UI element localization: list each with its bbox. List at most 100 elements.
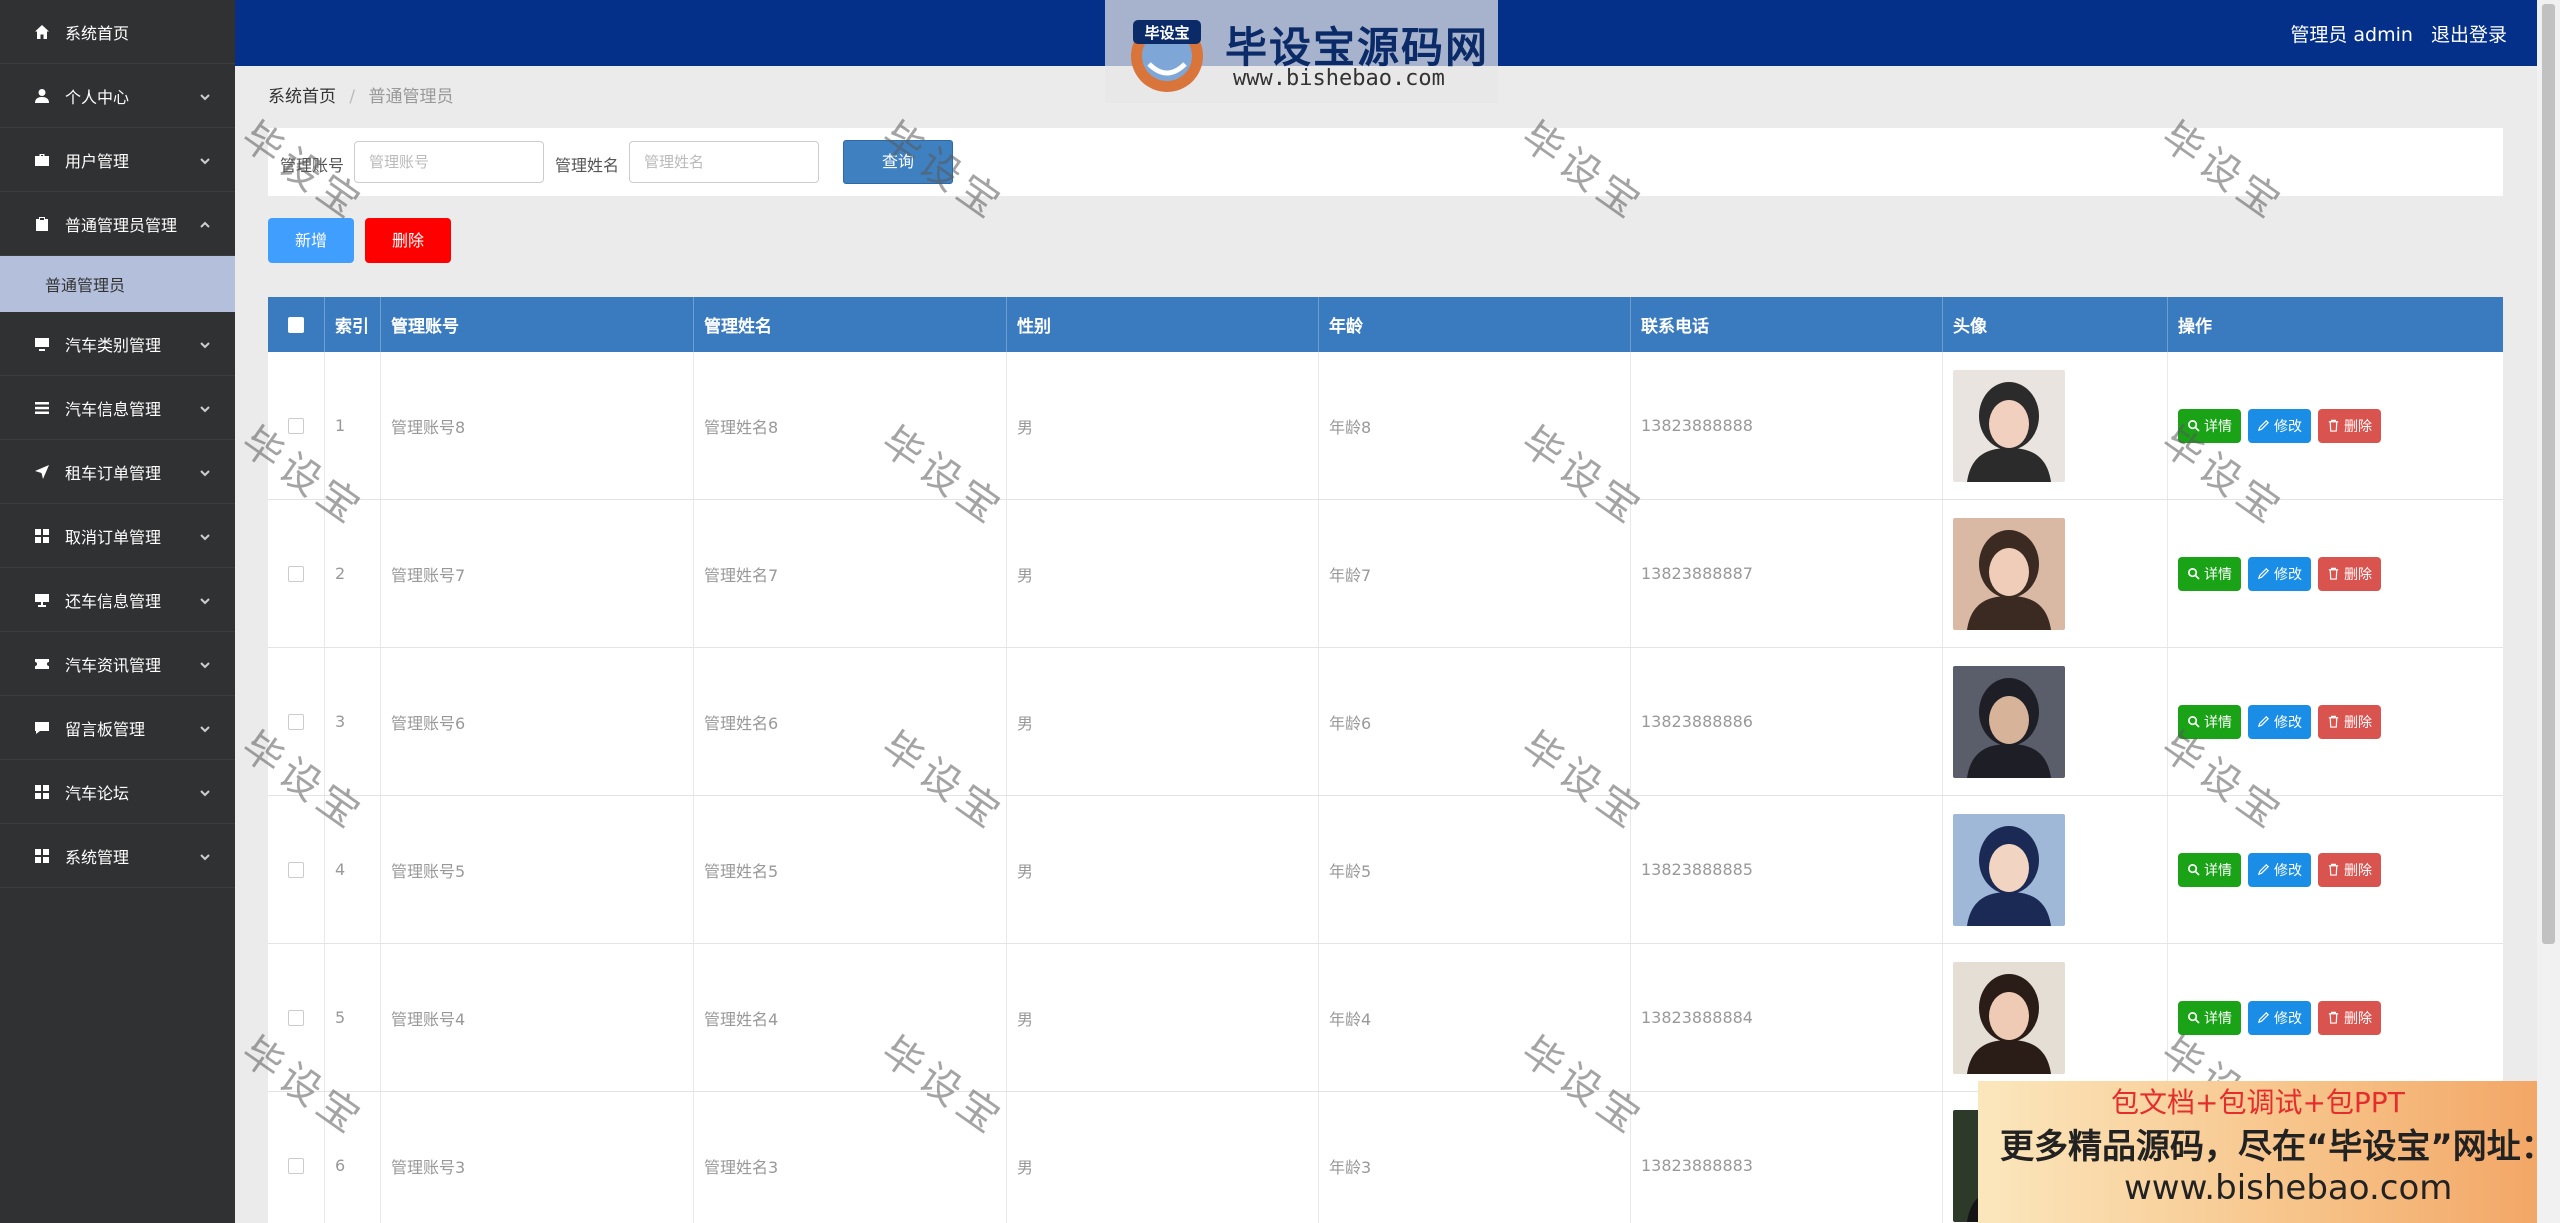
sidebar-item-user-management[interactable]: 用户管理 bbox=[0, 128, 235, 192]
sidebar-item-label: 个人中心 bbox=[65, 87, 130, 107]
detail-button[interactable]: 详情 bbox=[2178, 1000, 2241, 1035]
promo-line-1: 包文档+包调试+包PPT bbox=[2111, 1086, 2405, 1119]
logout-link[interactable]: 退出登录 bbox=[2431, 24, 2507, 46]
row-select-cell bbox=[268, 796, 325, 943]
cell-gender: 男 bbox=[1007, 648, 1319, 795]
select-all-checkbox[interactable] bbox=[288, 316, 304, 333]
cell-actions: 详情 修改 删除 bbox=[2168, 944, 2503, 1091]
sidebar-item-car-news[interactable]: 汽车资讯管理 bbox=[0, 632, 235, 696]
row-checkbox[interactable] bbox=[288, 417, 304, 434]
delete-button[interactable]: 删除 bbox=[2318, 556, 2381, 591]
detail-label: 详情 bbox=[2204, 1010, 2232, 1027]
cell-actions: 详情 修改 删除 bbox=[2168, 796, 2503, 943]
edit-button[interactable]: 修改 bbox=[2248, 408, 2311, 443]
add-button[interactable]: 新增 bbox=[268, 218, 354, 263]
trash-icon bbox=[2328, 863, 2339, 876]
chevron-down-icon bbox=[199, 656, 211, 669]
cell-account: 管理账号4 bbox=[381, 944, 694, 1091]
cell-name: 管理姓名6 bbox=[694, 648, 1007, 795]
delete-button[interactable]: 删除 bbox=[2318, 408, 2381, 443]
detail-button[interactable]: 详情 bbox=[2178, 408, 2241, 443]
monitor-stand-icon bbox=[33, 591, 51, 609]
query-button[interactable]: 查询 bbox=[843, 140, 953, 184]
edit-button[interactable]: 修改 bbox=[2248, 704, 2311, 739]
sidebar-item-return-info[interactable]: 还车信息管理 bbox=[0, 568, 235, 632]
sidebar-subitem-admin[interactable]: 普通管理员 bbox=[0, 256, 235, 312]
cell-index: 4 bbox=[325, 796, 381, 943]
chevron-down-icon bbox=[199, 336, 211, 349]
cell-name: 管理姓名8 bbox=[694, 352, 1007, 499]
table-row: 2 管理账号7 管理姓名7 男年龄7 13823888887 详情 修改 删除 bbox=[268, 500, 2503, 648]
row-select-cell bbox=[268, 500, 325, 647]
sidebar-item-cancel-orders[interactable]: 取消订单管理 bbox=[0, 504, 235, 568]
edit-label: 修改 bbox=[2274, 1010, 2302, 1027]
sidebar-item-car-info[interactable]: 汽车信息管理 bbox=[0, 376, 235, 440]
cell-avatar bbox=[1943, 796, 2168, 943]
delete-button[interactable]: 删除 bbox=[2318, 704, 2381, 739]
row-checkbox[interactable] bbox=[288, 1157, 304, 1174]
sidebar-item-label: 用户管理 bbox=[65, 151, 130, 171]
sidebar-item-car-category[interactable]: 汽车类别管理 bbox=[0, 312, 235, 376]
batch-delete-button[interactable]: 删除 bbox=[365, 218, 451, 263]
edit-button[interactable]: 修改 bbox=[2248, 1000, 2311, 1035]
account-label: 管理账号 bbox=[280, 156, 345, 175]
row-checkbox[interactable] bbox=[288, 713, 304, 730]
sidebar: 系统首页 个人中心 用户管理 普通管理员管理 普通管理员 汽车类别管理 汽车信息… bbox=[0, 0, 235, 1223]
home-icon bbox=[33, 23, 51, 41]
edit-button[interactable]: 修改 bbox=[2248, 852, 2311, 887]
sidebar-item-system-management[interactable]: 系统管理 bbox=[0, 824, 235, 888]
cell-name: 管理姓名7 bbox=[694, 500, 1007, 647]
cell-phone: 13823888887 bbox=[1631, 500, 1943, 647]
page-scrollbar[interactable] bbox=[2537, 0, 2560, 1223]
breadcrumb-home[interactable]: 系统首页 bbox=[268, 87, 336, 107]
search-icon bbox=[2188, 420, 2200, 432]
brand-watermark: 毕设宝 毕设宝源码网 www.bishebao.com bbox=[1105, 0, 1498, 103]
sidebar-item-label: 汽车资讯管理 bbox=[65, 655, 162, 675]
avatar bbox=[1953, 961, 2065, 1074]
header-avatar: 头像 bbox=[1943, 297, 2168, 352]
row-checkbox[interactable] bbox=[288, 565, 304, 582]
scrollbar-thumb[interactable] bbox=[2542, 4, 2555, 944]
detail-button[interactable]: 详情 bbox=[2178, 852, 2241, 887]
cell-account: 管理账号7 bbox=[381, 500, 694, 647]
chevron-down-icon bbox=[199, 152, 211, 165]
account-search-input[interactable] bbox=[354, 141, 544, 183]
detail-label: 详情 bbox=[2204, 714, 2232, 731]
header-phone: 联系电话 bbox=[1631, 297, 1943, 352]
row-checkbox[interactable] bbox=[288, 1009, 304, 1026]
row-checkbox[interactable] bbox=[288, 861, 304, 878]
edit-icon bbox=[2257, 864, 2269, 876]
sidebar-item-rental-orders[interactable]: 租车订单管理 bbox=[0, 440, 235, 504]
user-icon bbox=[33, 87, 51, 105]
sidebar-item-message-board[interactable]: 留言板管理 bbox=[0, 696, 235, 760]
cell-phone: 13823888885 bbox=[1631, 796, 1943, 943]
header-index: 索引 bbox=[325, 297, 381, 352]
cell-account: 管理账号5 bbox=[381, 796, 694, 943]
delete-label: 删除 bbox=[2344, 418, 2372, 435]
search-panel: 管理账号 管理姓名 查询 bbox=[268, 128, 2503, 196]
sidebar-item-label: 系统管理 bbox=[65, 847, 130, 867]
sidebar-item-car-forum[interactable]: 汽车论坛 bbox=[0, 760, 235, 824]
search-icon bbox=[2188, 864, 2200, 876]
name-search-input[interactable] bbox=[629, 141, 819, 183]
detail-button[interactable]: 详情 bbox=[2178, 704, 2241, 739]
chevron-down-icon bbox=[199, 784, 211, 797]
sidebar-item-admin-management[interactable]: 普通管理员管理 bbox=[0, 192, 235, 256]
row-select-cell bbox=[268, 944, 325, 1091]
cell-avatar bbox=[1943, 352, 2168, 499]
sidebar-item-personal-center[interactable]: 个人中心 bbox=[0, 64, 235, 128]
select-all-cell bbox=[268, 297, 325, 352]
grid-icon bbox=[33, 783, 51, 801]
sidebar-item-label: 普通管理员管理 bbox=[65, 215, 178, 235]
send-icon bbox=[33, 463, 51, 481]
search-icon bbox=[2188, 716, 2200, 728]
sidebar-item-home[interactable]: 系统首页 bbox=[0, 0, 235, 64]
sidebar-item-label: 还车信息管理 bbox=[65, 591, 162, 611]
chevron-down-icon bbox=[199, 464, 211, 477]
delete-button[interactable]: 删除 bbox=[2318, 852, 2381, 887]
detail-button[interactable]: 详情 bbox=[2178, 556, 2241, 591]
cell-age: 年龄7 bbox=[1319, 500, 1631, 647]
cell-avatar bbox=[1943, 944, 2168, 1091]
delete-button[interactable]: 删除 bbox=[2318, 1000, 2381, 1035]
edit-button[interactable]: 修改 bbox=[2248, 556, 2311, 591]
